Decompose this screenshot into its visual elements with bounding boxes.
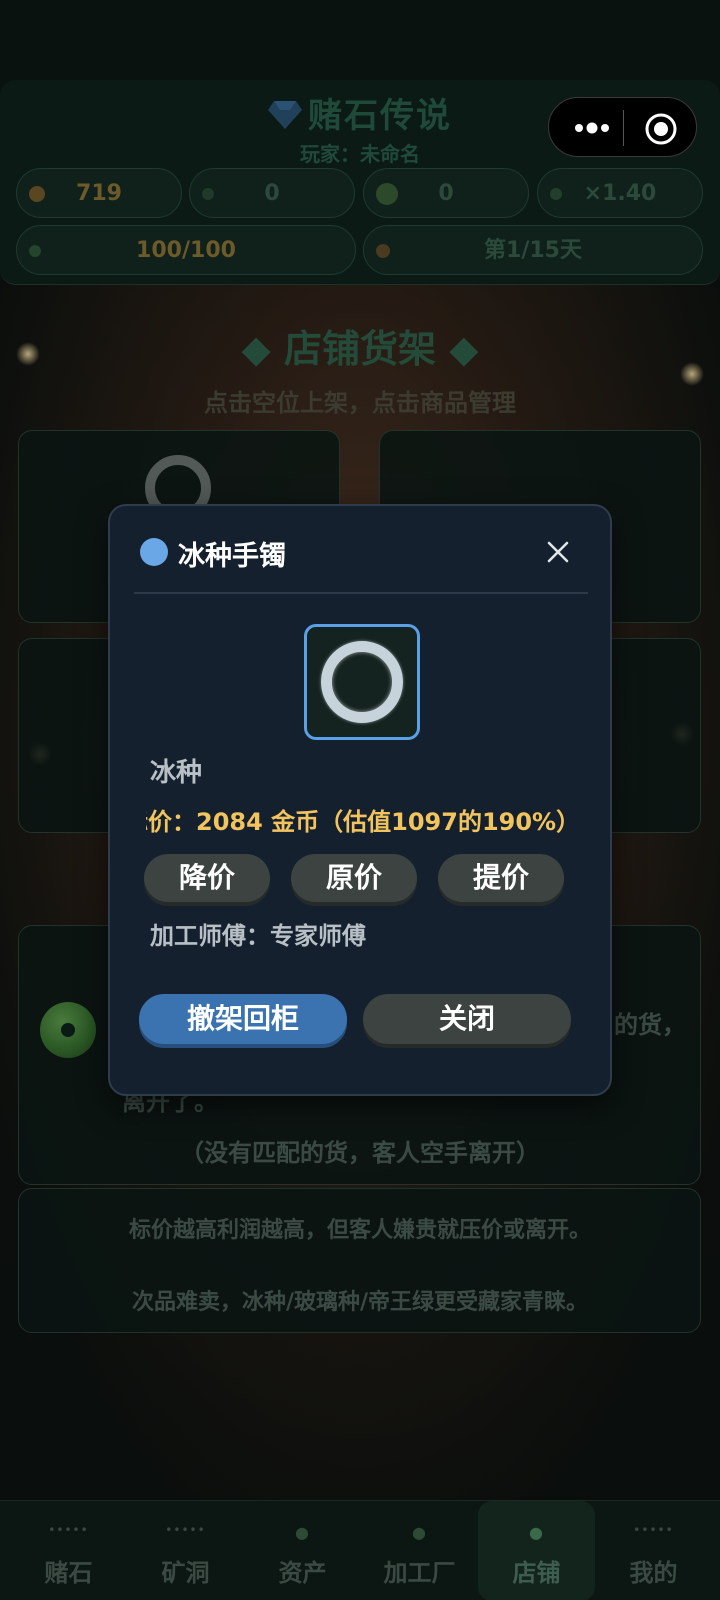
nav-label: 我的 bbox=[629, 1559, 678, 1587]
game-title-text: 赌石传说 bbox=[308, 96, 452, 136]
stone-icon bbox=[202, 188, 214, 200]
jade-value: 0 bbox=[438, 181, 454, 206]
jade-icon: ● bbox=[529, 1523, 544, 1542]
nav-label: 资产 bbox=[278, 1559, 327, 1587]
nav-profile[interactable]: ••••• 我的 bbox=[595, 1501, 712, 1600]
close-button[interactable]: 关闭 bbox=[363, 994, 571, 1044]
miniprogram-capsule bbox=[548, 97, 697, 157]
calendar-icon bbox=[376, 244, 390, 258]
more-icon[interactable] bbox=[567, 114, 617, 142]
nav-label: 矿洞 bbox=[161, 1559, 210, 1587]
day-value: 第1/15天 bbox=[484, 238, 582, 263]
jade-icon: ● bbox=[295, 1523, 310, 1542]
dots-icon: ••••• bbox=[633, 1523, 674, 1537]
grade-color-dot bbox=[140, 538, 168, 566]
stamina-icon bbox=[29, 245, 41, 257]
craftsman-info: 加工师傅：专家师傅 bbox=[150, 922, 366, 950]
jade-disc-icon bbox=[40, 1002, 96, 1058]
gold-stat: 719 bbox=[16, 168, 182, 218]
tip-text: 标价越高利润越高，但客人嫌贵就压价或离开。 bbox=[128, 1218, 591, 1243]
modal-title: 冰种手镯 bbox=[178, 541, 286, 572]
price-text: 标价：2084 金币（估值1097的190%） bbox=[146, 808, 568, 836]
item-image-frame bbox=[304, 624, 420, 740]
item-detail-modal: 冰种手镯 冰种 标价：2084 金币（估值1097的190%） 降价 原价 提价… bbox=[108, 504, 612, 1096]
lower-price-button[interactable]: 降价 bbox=[144, 854, 270, 902]
item-grade: 冰种 bbox=[150, 758, 203, 788]
raise-price-button[interactable]: 提价 bbox=[438, 854, 564, 902]
shop-shelf-title: ◆ 店铺货架 ◆ bbox=[241, 327, 479, 371]
jade-disc-icon bbox=[376, 183, 398, 205]
bottom-nav: ••••• 赌石 ••••• 矿洞 ● 资产 ● 加工厂 ● 店铺 ••••• … bbox=[0, 1500, 720, 1600]
jade-stat: 0 bbox=[363, 168, 529, 218]
diamond-icon bbox=[268, 101, 302, 129]
stone-value: 0 bbox=[264, 181, 280, 206]
stone-stat: 0 bbox=[189, 168, 355, 218]
nav-mine[interactable]: ••••• 矿洞 bbox=[127, 1501, 244, 1600]
capsule-divider bbox=[623, 110, 624, 146]
nav-label: 加工厂 bbox=[383, 1559, 456, 1587]
price-info: 标价：2084 金币（估值1097的190%） bbox=[146, 802, 568, 842]
nav-shop[interactable]: ● 店铺 bbox=[478, 1501, 595, 1600]
dots-icon: ••••• bbox=[165, 1523, 206, 1537]
gold-value: 719 bbox=[76, 181, 122, 206]
nav-assets[interactable]: ● 资产 bbox=[244, 1501, 361, 1600]
bangle-icon bbox=[321, 641, 403, 723]
multiplier-stat: ×1.40 bbox=[537, 168, 703, 218]
stamina-value: 100/100 bbox=[136, 238, 236, 263]
close-icon[interactable] bbox=[538, 532, 578, 572]
customer-message: 的货， bbox=[614, 1011, 686, 1039]
exit-target-icon[interactable] bbox=[644, 112, 678, 146]
dots-icon: ••••• bbox=[48, 1523, 89, 1537]
leaf-icon bbox=[550, 188, 562, 200]
gold-coin-icon bbox=[29, 186, 45, 202]
jade-icon: ● bbox=[412, 1523, 427, 1542]
nav-label: 赌石 bbox=[44, 1559, 93, 1587]
original-price-button[interactable]: 原价 bbox=[291, 854, 417, 902]
tip-text: 次品难卖，冰种/玻璃种/帝王绿更受藏家青睐。 bbox=[131, 1290, 589, 1315]
day-stat: 第1/15天 bbox=[363, 225, 703, 275]
remove-from-shelf-button[interactable]: 撤架回柜 bbox=[139, 994, 347, 1044]
customer-result: （没有匹配的货，客人空手离开） bbox=[180, 1139, 540, 1167]
multiplier-value: ×1.40 bbox=[583, 181, 657, 206]
nav-label: 店铺 bbox=[512, 1559, 561, 1587]
nav-gamble[interactable]: ••••• 赌石 bbox=[10, 1501, 127, 1600]
nav-workshop[interactable]: ● 加工厂 bbox=[361, 1501, 478, 1600]
modal-divider bbox=[134, 592, 588, 594]
shop-shelf-hint: 点击空位上架，点击商品管理 bbox=[204, 389, 516, 417]
stamina-stat: 100/100 bbox=[16, 225, 356, 275]
